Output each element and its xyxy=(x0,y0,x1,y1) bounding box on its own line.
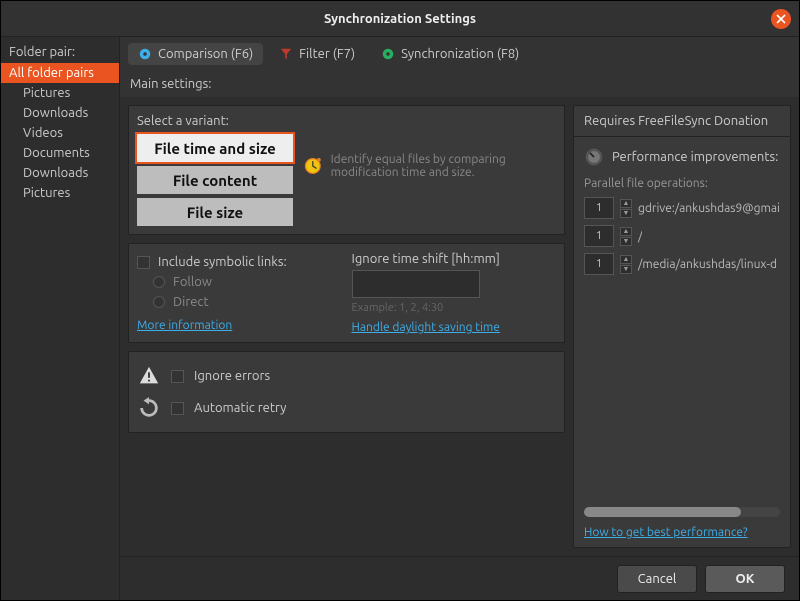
horizontal-scrollbar[interactable] xyxy=(584,507,780,517)
chevron-up-icon: ▲ xyxy=(620,255,632,264)
sidebar-item-folder[interactable]: Downloads xyxy=(1,103,119,123)
checkbox-icon xyxy=(171,402,184,415)
tab-label: Filter (F7) xyxy=(299,47,355,61)
window-title: Synchronization Settings xyxy=(324,12,476,26)
tab-bar: Comparison (F6) Filter (F7) Synchronizat… xyxy=(120,37,799,71)
tab-label: Comparison (F6) xyxy=(158,47,253,61)
options-group: Include symbolic links: Follow Direct xyxy=(128,243,565,343)
performance-improvements-row: Performance improvements: xyxy=(574,137,790,171)
variant-description: Identify equal files by comparing modifi… xyxy=(331,153,556,179)
retry-arrow-icon xyxy=(137,396,161,420)
symlink-follow-row[interactable]: Follow xyxy=(137,272,342,292)
settings-window: Synchronization Settings Folder pair: Al… xyxy=(0,0,800,601)
more-information-link[interactable]: More information xyxy=(137,319,232,332)
include-symlinks-label: Include symbolic links: xyxy=(158,255,287,269)
donation-required-label: Requires FreeFileSync Donation xyxy=(574,106,790,137)
radio-icon xyxy=(153,296,165,308)
include-symlinks-row[interactable]: Include symbolic links: xyxy=(137,252,342,272)
gear-icon xyxy=(138,47,152,61)
radio-icon xyxy=(153,276,165,288)
performance-body: Parallel file operations: 1 ▲▼ gdrive:/a… xyxy=(574,171,790,499)
parallel-op-row: 1 ▲▼ gdrive:/ankushdas9@gmai xyxy=(584,194,780,222)
parallel-ops-label: Parallel file operations: xyxy=(584,177,780,190)
checkbox-icon xyxy=(171,370,184,383)
ok-button[interactable]: OK xyxy=(705,565,785,593)
variant-description-block: Identify equal files by comparing modifi… xyxy=(303,134,556,180)
symlink-direct-row[interactable]: Direct xyxy=(137,292,342,312)
variant-file-size[interactable]: File size xyxy=(137,198,293,226)
sync-gear-icon xyxy=(381,47,395,61)
symlink-direct-label: Direct xyxy=(173,295,209,309)
timeshift-col: Ignore time shift [hh:mm] Example: 1, 2,… xyxy=(352,252,557,334)
folder-pair-sidebar: Folder pair: All folder pairs Pictures D… xyxy=(1,37,119,600)
sidebar-item-folder[interactable]: Downloads xyxy=(1,163,119,183)
ignore-errors-row[interactable]: Ignore errors xyxy=(137,360,556,392)
tab-synchronization[interactable]: Synchronization (F8) xyxy=(371,43,529,65)
tab-comparison[interactable]: Comparison (F6) xyxy=(128,43,263,65)
automatic-retry-label: Automatic retry xyxy=(194,401,286,415)
chevron-down-icon: ▼ xyxy=(620,265,632,274)
checkbox-icon xyxy=(137,256,150,269)
clock-icon xyxy=(303,152,323,180)
chevron-up-icon: ▲ xyxy=(620,199,632,208)
spin-controls[interactable]: ▲▼ xyxy=(620,227,632,246)
sidebar-item-all[interactable]: All folder pairs xyxy=(1,63,119,83)
op-path: / xyxy=(638,230,642,243)
spin-controls[interactable]: ▲▼ xyxy=(620,199,632,218)
timeshift-input[interactable] xyxy=(352,270,480,298)
best-performance-link[interactable]: How to get best performance? xyxy=(584,526,748,539)
panels: Select a variant: File time and size Fil… xyxy=(120,97,799,556)
content-area: Folder pair: All folder pairs Pictures D… xyxy=(1,37,799,600)
cancel-button[interactable]: Cancel xyxy=(617,565,697,593)
op-path: gdrive:/ankushdas9@gmai xyxy=(638,202,780,215)
sidebar-header: Folder pair: xyxy=(1,41,119,63)
parallel-count-input[interactable]: 1 xyxy=(584,225,614,247)
funnel-icon xyxy=(279,47,293,61)
sidebar-item-folder[interactable]: Pictures xyxy=(1,83,119,103)
sidebar-item-folder[interactable]: Videos xyxy=(1,123,119,143)
left-panel: Select a variant: File time and size Fil… xyxy=(128,105,565,548)
variant-file-time-size[interactable]: File time and size xyxy=(137,134,293,162)
chevron-down-icon: ▼ xyxy=(620,237,632,246)
symbolic-links-col: Include symbolic links: Follow Direct xyxy=(137,252,342,334)
warning-sign-icon xyxy=(137,364,161,388)
daylight-link[interactable]: Handle daylight saving time xyxy=(352,321,500,334)
timeshift-example: Example: 1, 2, 4:30 xyxy=(352,302,557,314)
variant-group: Select a variant: File time and size Fil… xyxy=(128,105,565,235)
main-settings-label: Main settings: xyxy=(120,71,799,97)
variant-file-content[interactable]: File content xyxy=(137,166,293,194)
titlebar: Synchronization Settings xyxy=(1,1,799,37)
dialog-footer: Cancel OK xyxy=(120,556,799,600)
parallel-op-row: 1 ▲▼ /media/ankushdas/linux-d xyxy=(584,250,780,278)
sidebar-item-folder[interactable]: Pictures xyxy=(1,183,119,203)
parallel-op-row: 1 ▲▼ / xyxy=(584,222,780,250)
parallel-count-input[interactable]: 1 xyxy=(584,253,614,275)
variant-title: Select a variant: xyxy=(137,114,556,128)
main-panel: Comparison (F6) Filter (F7) Synchronizat… xyxy=(119,37,799,600)
sidebar-item-folder[interactable]: Documents xyxy=(1,143,119,163)
error-group: Ignore errors Automatic retry xyxy=(128,351,565,433)
chevron-up-icon: ▲ xyxy=(620,227,632,236)
speedometer-icon xyxy=(584,147,604,167)
performance-footer: How to get best performance? xyxy=(574,499,790,547)
close-button[interactable] xyxy=(771,9,791,29)
performance-improvements-label: Performance improvements: xyxy=(612,150,778,164)
variant-buttons: File time and size File content File siz… xyxy=(137,134,293,226)
spin-controls[interactable]: ▲▼ xyxy=(620,255,632,274)
op-path: /media/ankushdas/linux-d xyxy=(638,258,777,271)
symlink-follow-label: Follow xyxy=(173,275,212,289)
parallel-count-input[interactable]: 1 xyxy=(584,197,614,219)
close-icon xyxy=(776,14,786,24)
automatic-retry-row[interactable]: Automatic retry xyxy=(137,392,556,424)
performance-panel: Requires FreeFileSync Donation Performan… xyxy=(573,105,791,548)
timeshift-label: Ignore time shift [hh:mm] xyxy=(352,252,557,266)
tab-label: Synchronization (F8) xyxy=(401,47,519,61)
tab-filter[interactable]: Filter (F7) xyxy=(269,43,365,65)
ignore-errors-label: Ignore errors xyxy=(194,369,270,383)
chevron-down-icon: ▼ xyxy=(620,209,632,218)
